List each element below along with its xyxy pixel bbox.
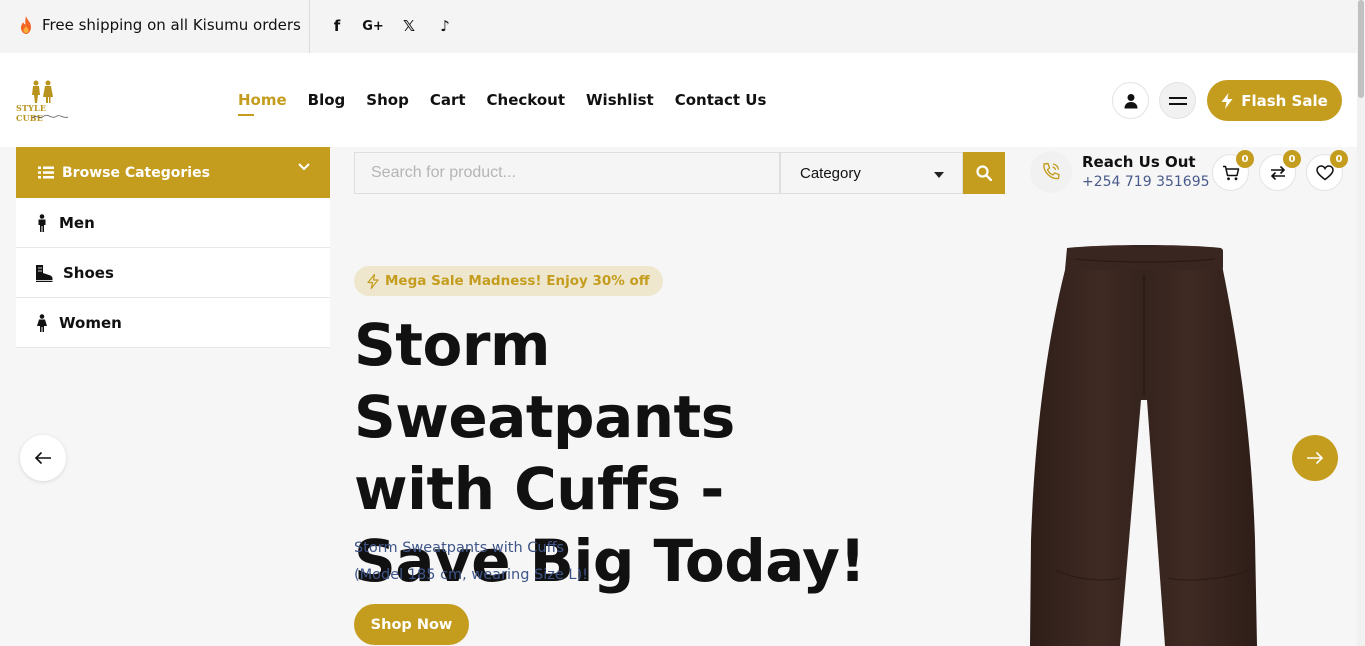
- compare-count-badge: 0: [1283, 150, 1301, 168]
- user-icon: [1124, 93, 1137, 108]
- browse-categories-button[interactable]: Browse Categories: [16, 147, 330, 198]
- cart-count-badge: 0: [1236, 150, 1254, 168]
- nav-blog[interactable]: Blog: [308, 91, 346, 109]
- hamburger-icon: [1168, 96, 1187, 105]
- chevron-down-icon: [298, 163, 310, 171]
- nav-shop[interactable]: Shop: [366, 91, 409, 109]
- hero-description-line: (Model 185 cm, wearing Size L)!: [354, 567, 588, 583]
- shop-now-button[interactable]: Shop Now: [354, 604, 469, 645]
- flash-sale-label: Flash Sale: [1241, 91, 1328, 110]
- facebook-icon[interactable]: f: [326, 15, 348, 37]
- arrow-right-icon: [1307, 451, 1324, 465]
- main-nav: Home Blog Shop Cart Checkout Wishlist Co…: [238, 91, 767, 116]
- product-sweatpants-image: [1030, 245, 1257, 646]
- top-bar: Free shipping on all Kisumu orders f G+ …: [0, 0, 1365, 53]
- promo-text: Mega Sale Madness! Enjoy 30% off: [385, 273, 650, 289]
- site-logo[interactable]: STYLE CUBE: [16, 80, 76, 123]
- cart-button[interactable]: 0: [1212, 150, 1254, 191]
- search-input[interactable]: [354, 152, 780, 194]
- shipping-text: Free shipping on all Kisumu orders: [42, 16, 301, 34]
- browse-categories-label: Browse Categories: [62, 164, 210, 181]
- category-select[interactable]: Category: [780, 152, 963, 194]
- lightning-icon: [367, 273, 379, 289]
- arrow-left-icon: [34, 451, 51, 465]
- flash-sale-button[interactable]: Flash Sale: [1207, 80, 1342, 121]
- logo-figures-icon: [32, 80, 53, 103]
- phone-circle: [1030, 151, 1072, 193]
- caret-down-icon: [934, 172, 944, 178]
- account-button[interactable]: [1112, 82, 1149, 119]
- slider-next-button[interactable]: [1292, 435, 1338, 481]
- slider-prev-button[interactable]: [20, 435, 66, 481]
- logo-script-icon: [31, 114, 69, 119]
- social-links: f G+ 𝕏 ♪: [326, 15, 456, 37]
- scrollbar-thumb[interactable]: [1358, 0, 1364, 98]
- topbar-divider: [309, 0, 310, 53]
- page-scrollbar[interactable]: [1357, 0, 1365, 646]
- phone-call-icon: [1043, 162, 1060, 180]
- category-select-value: Category: [800, 164, 861, 182]
- menu-button[interactable]: [1159, 82, 1196, 119]
- promo-badge: Mega Sale Madness! Enjoy 30% off: [354, 266, 663, 296]
- nav-home[interactable]: Home: [238, 91, 287, 116]
- reach-us-title: Reach Us Out: [1082, 153, 1196, 171]
- wishlist-count-badge: 0: [1330, 150, 1348, 168]
- hero-description: Storm Sweatpants with Cuffs (Model 185 c…: [354, 535, 694, 589]
- tiktok-icon[interactable]: ♪: [434, 15, 456, 37]
- nav-contact-us[interactable]: Contact Us: [675, 91, 767, 109]
- search-icon: [976, 165, 992, 181]
- compare-button[interactable]: 0: [1259, 150, 1301, 191]
- fire-icon: [21, 16, 31, 34]
- nav-cart[interactable]: Cart: [430, 91, 466, 109]
- hero-description-line: Storm Sweatpants with Cuffs: [354, 540, 565, 556]
- google-plus-icon[interactable]: G+: [362, 15, 384, 37]
- nav-checkout[interactable]: Checkout: [487, 91, 565, 109]
- x-twitter-icon[interactable]: 𝕏: [398, 15, 420, 37]
- search-button[interactable]: [963, 152, 1005, 194]
- heart-icon: [1315, 164, 1334, 180]
- main-header: STYLE CUBE Home Blog Shop Cart Checkout …: [0, 53, 1357, 147]
- search-bar: Category: [354, 152, 1005, 194]
- list-icon: [38, 166, 54, 179]
- shipping-notice: Free shipping on all Kisumu orders: [18, 16, 301, 34]
- wishlist-button[interactable]: 0: [1306, 150, 1348, 191]
- lightning-icon: [1221, 92, 1233, 109]
- reach-us-phone[interactable]: +254 719 351695: [1082, 174, 1210, 190]
- compare-arrows-icon: [1270, 165, 1285, 180]
- cart-icon: [1222, 165, 1239, 180]
- nav-wishlist[interactable]: Wishlist: [586, 91, 654, 109]
